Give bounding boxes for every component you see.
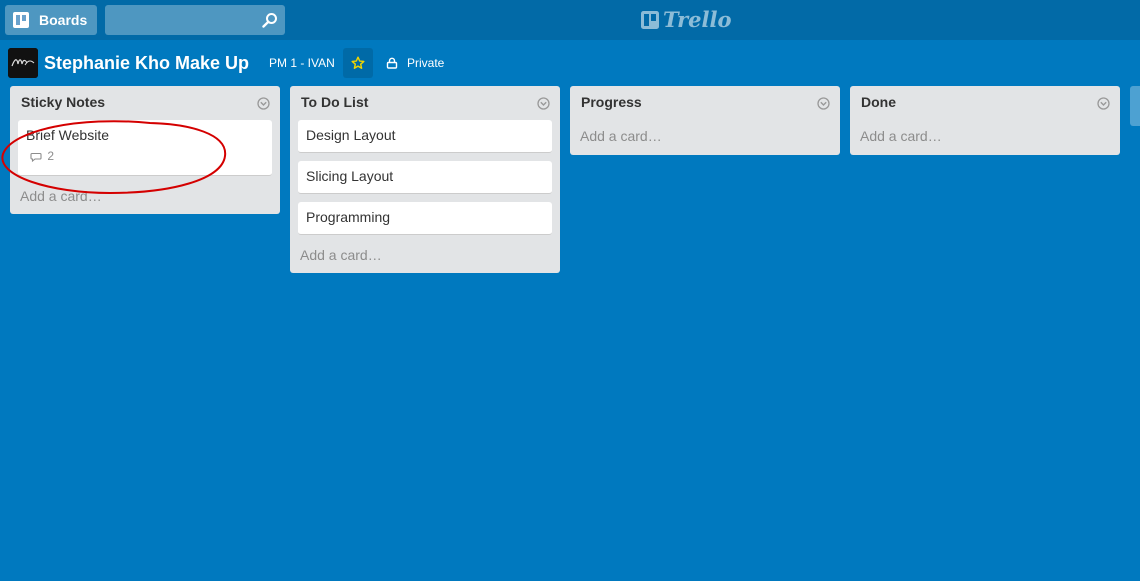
list-header[interactable]: To Do List: [290, 86, 560, 120]
list-header[interactable]: Done: [850, 86, 1120, 120]
card-brief-website[interactable]: Brief Website 2: [18, 120, 272, 176]
list-header[interactable]: Sticky Notes: [10, 86, 280, 120]
card-programming[interactable]: Programming: [298, 202, 552, 235]
card-title: Slicing Layout: [306, 168, 394, 184]
search-input[interactable]: [105, 5, 255, 35]
list-menu-icon[interactable]: [817, 97, 830, 110]
boards-icon: [13, 12, 29, 28]
add-card-link[interactable]: Add a card…: [850, 120, 1120, 155]
card-title: Brief Website: [26, 127, 109, 143]
board-title[interactable]: Stephanie Kho Make Up: [44, 51, 249, 75]
card-title: Programming: [306, 209, 391, 225]
privacy-button[interactable]: Private: [386, 55, 444, 71]
list-sticky-notes: Sticky Notes Brief Website 2 Add a card…: [10, 86, 280, 214]
list-to-do: To Do List Design Layout Slicing Layout …: [290, 86, 560, 273]
card-design-layout[interactable]: Design Layout: [298, 120, 552, 153]
comment-icon: [30, 152, 42, 162]
add-card-link[interactable]: Add a card…: [10, 184, 280, 214]
add-list-stub[interactable]: [1130, 86, 1140, 126]
card-badges: 2: [26, 147, 264, 165]
add-card-link[interactable]: Add a card…: [570, 120, 840, 155]
privacy-label: Private: [407, 56, 445, 70]
list-menu-icon[interactable]: [1097, 97, 1110, 110]
list-title[interactable]: To Do List: [301, 94, 368, 110]
card-slicing-layout[interactable]: Slicing Layout: [298, 161, 552, 194]
list-title[interactable]: Progress: [581, 94, 642, 110]
list-menu-icon[interactable]: [257, 97, 270, 110]
boards-button[interactable]: Boards: [5, 5, 97, 35]
trello-logo-icon: [641, 11, 659, 29]
app-header: Boards Trello: [0, 0, 1140, 40]
comment-count: 2: [47, 149, 55, 163]
star-icon: [351, 56, 365, 69]
star-button[interactable]: [343, 48, 373, 78]
makeup-logo-image: [8, 48, 38, 78]
card-title: Design Layout: [306, 127, 396, 143]
logo-text: Trello: [663, 7, 732, 32]
list-title[interactable]: Done: [861, 94, 896, 110]
list-progress: Progress Add a card…: [570, 86, 840, 155]
trello-logo[interactable]: Trello: [641, 8, 732, 32]
list-menu-icon[interactable]: [537, 97, 550, 110]
lock-icon: [386, 57, 398, 69]
add-card-link[interactable]: Add a card…: [290, 243, 560, 273]
list-done: Done Add a card…: [850, 86, 1120, 155]
list-title[interactable]: Sticky Notes: [21, 94, 105, 110]
list-header[interactable]: Progress: [570, 86, 840, 120]
board-avatar[interactable]: [8, 48, 38, 78]
search-box[interactable]: [105, 5, 285, 35]
team-name[interactable]: PM 1 - IVAN: [269, 55, 335, 71]
search-icon[interactable]: [262, 12, 278, 28]
boards-label: Boards: [39, 12, 88, 28]
